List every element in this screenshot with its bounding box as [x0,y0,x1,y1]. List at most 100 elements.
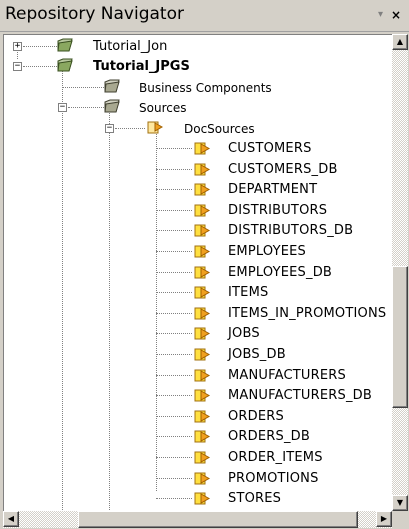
tree-branch-line [156,374,192,376]
tree-branch-line [23,46,57,47]
scroll-left-button[interactable]: ◀ [3,511,19,527]
table-source-icon [194,224,211,237]
repository-navigator-panel: Repository Navigator ▾ × + Tutorial_Jon … [0,0,409,529]
node-label: CUSTOMERS_DB [228,161,338,177]
tree-node-table[interactable]: MANUFACTURERS_DB [4,386,392,406]
tree-branch-line [156,271,192,273]
table-source-icon [194,369,211,382]
scrollbar-corner [392,511,408,528]
tree-node-table[interactable]: MANUFACTURERS [4,366,392,386]
table-source-icon [194,307,211,320]
tree-node-business-components[interactable]: Business Components [4,78,384,98]
tree-node-table[interactable]: ORDER_ITEMS [4,448,392,468]
tree-branch-line [68,107,104,108]
scroll-right-button[interactable]: ▶ [376,511,392,527]
tree-branch-line [62,87,104,88]
tree-branch-line [156,251,192,252]
table-source-icon [194,245,211,258]
node-label: MANUFACTURERS [228,367,346,383]
tree-branch-line [156,333,192,335]
node-label: ITEMS_IN_PROMOTIONS [228,305,387,321]
panel-close-icon[interactable]: × [391,9,401,21]
horizontal-scrollbar[interactable]: ◀ ▶ [3,511,392,528]
node-label: Business Components [139,81,272,95]
tree-node-table[interactable]: ITEMS_IN_PROMOTIONS [4,304,392,324]
tree-branch-line [156,395,192,397]
tree-branch-line [156,457,192,458]
table-source-icon [194,451,211,464]
tree-node-table[interactable]: STORES [4,489,392,509]
folder-icon [104,99,120,113]
repository-tree[interactable]: + Tutorial_Jon − Tutorial_JPGS Business … [3,34,392,511]
table-source-icon [194,183,211,196]
tree-branch-line [156,436,192,438]
tree-branch-line [156,209,192,211]
panel-menu-dropdown-icon[interactable]: ▾ [378,9,383,21]
vertical-scrollbar[interactable]: ▲ ▼ [392,34,408,511]
node-label: EMPLOYEES_DB [228,264,333,280]
tree-branch-line [115,128,145,129]
node-label: ORDER_ITEMS [228,450,323,465]
expand-toggle[interactable]: + [13,42,22,51]
tree-branch-line [156,189,192,191]
project-folder-icon [57,38,73,52]
table-source-icon [194,472,211,485]
node-label: ORDERS [228,408,284,424]
table-source-icon [194,492,211,505]
tree-branch-line [23,66,57,67]
node-label: JOBS [228,326,260,342]
node-label: Sources [139,101,187,115]
node-label: MANUFACTURERS_DB [228,388,372,404]
tree-node-table[interactable]: ITEMS [4,283,392,303]
table-source-icon [194,204,211,217]
table-source-icon [194,389,211,402]
table-source-icon [194,430,211,443]
tree-branch-line [156,292,192,294]
tree-node-table[interactable]: JOBS [4,324,392,344]
tree-node-table[interactable]: JOBS_DB [4,345,392,365]
tree-node-docsources[interactable]: − DocSources [4,119,384,139]
tree-node-sources[interactable]: − Sources [4,98,384,118]
node-label: EMPLOYEES [228,244,306,259]
scroll-up-button[interactable]: ▲ [392,34,408,50]
node-label: ORDERS_DB [228,429,311,445]
tree-node-table[interactable]: DISTRIBUTORS_DB [4,221,392,241]
table-source-icon [194,142,211,155]
node-label: ITEMS [228,285,269,301]
tree-node-table[interactable]: CUSTOMERS [4,139,392,159]
tree-node-table[interactable]: ORDERS_DB [4,427,392,447]
tree-node-table[interactable]: EMPLOYEES_DB [4,263,392,283]
node-label: PROMOTIONS [228,470,319,486]
tree-node-tutorial-jpgs[interactable]: − Tutorial_JPGS [4,57,384,77]
node-label: JOBS_DB [228,347,286,362]
table-source-icon [194,327,211,340]
table-source-icon [194,266,211,279]
node-label: DISTRIBUTORS_DB [228,223,354,239]
tree-node-table[interactable]: PROMOTIONS [4,469,392,489]
tree-node-table[interactable]: EMPLOYEES [4,242,392,262]
table-source-icon [194,348,211,361]
node-label: Tutorial_Jon [93,39,168,54]
tree-node-table[interactable]: CUSTOMERS_DB [4,160,392,180]
tree-node-table[interactable]: DISTRIBUTORS [4,201,392,221]
panel-title: Repository Navigator [5,4,184,24]
project-folder-icon [57,58,73,72]
table-source-icon [194,410,211,423]
collapse-toggle[interactable]: − [58,103,67,112]
panel-titlebar: Repository Navigator ▾ × [0,0,409,32]
tree-node-tutorial-jon[interactable]: + Tutorial_Jon [4,37,384,57]
node-label: DISTRIBUTORS [228,202,328,218]
datasource-icon [147,121,164,134]
node-label: CUSTOMERS [228,141,312,156]
tree-node-table[interactable]: ORDERS [4,407,392,427]
scroll-down-button[interactable]: ▼ [392,495,408,511]
tree-node-table[interactable]: DEPARTMENT [4,180,392,200]
tree-branch-line [156,312,192,314]
horizontal-scroll-thumb[interactable] [78,511,358,528]
tree-branch-line [156,148,192,149]
tree-branch-line [156,168,192,170]
tree-branch-line [156,230,192,232]
collapse-toggle[interactable]: − [13,62,22,71]
collapse-toggle[interactable]: − [105,124,114,133]
vertical-scroll-thumb[interactable] [392,266,408,408]
